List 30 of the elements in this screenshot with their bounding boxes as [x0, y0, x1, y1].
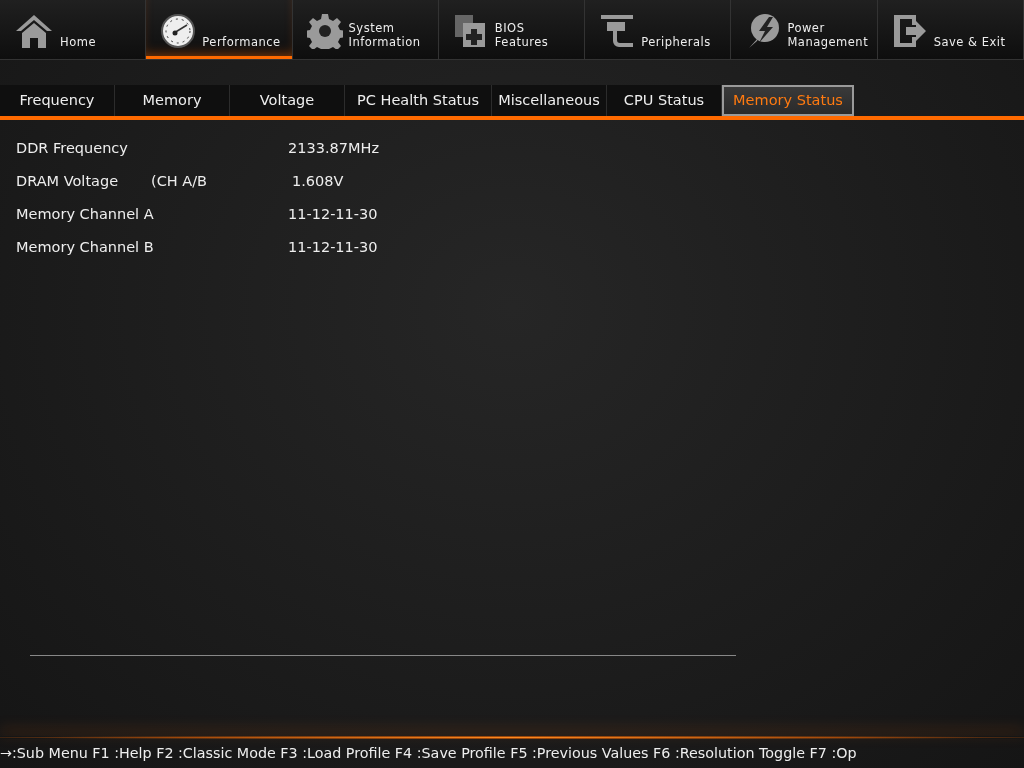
setting-label: DRAM Voltage — [16, 171, 120, 191]
sub-tab[interactable]: Frequency — [0, 85, 115, 116]
setting-value: 1.608V — [291, 171, 344, 191]
gauge-icon — [161, 14, 196, 48]
setting-value: 11-12-11-30 — [288, 237, 378, 257]
sub-tab[interactable]: Memory Status — [722, 85, 854, 116]
key-help-text: →:Sub Menu F1 :Help F2 :Classic Mode F3 :Load Profile F4 :Save Profile F5 :Previous Values F6 :Resolution Toggle F7 :Op — [0, 743, 857, 763]
sub-tab[interactable]: PC Health Status — [345, 85, 492, 116]
menu-tab[interactable]: Save & Exit — [877, 0, 1024, 60]
channel-note: (CH A/B — [151, 171, 209, 191]
menu-tab[interactable]: Performance — [146, 0, 293, 60]
setting-value: 11-12-11-30 — [288, 204, 378, 224]
sub-tab[interactable]: Miscellaneous — [492, 85, 607, 116]
home-icon — [16, 15, 52, 48]
chip-icon — [454, 15, 485, 47]
sub-tab[interactable]: Memory — [115, 85, 230, 116]
setting-value: 2133.87MHz — [288, 138, 379, 158]
exit-icon — [893, 15, 926, 47]
gear-icon — [306, 14, 343, 49]
plug-icon — [601, 15, 634, 47]
menu-tab[interactable]: System Information — [292, 0, 439, 60]
setting-label: DDR Frequency — [16, 138, 129, 158]
sub-tab[interactable]: Voltage — [230, 85, 345, 116]
menu-tab[interactable]: Peripherals — [585, 0, 732, 60]
lightning-icon — [749, 14, 780, 48]
menu-tab[interactable]: Power Management — [731, 0, 878, 60]
setting-label: Memory Channel B — [16, 237, 151, 257]
menu-tab[interactable]: BIOS Features — [438, 0, 586, 60]
sub-tab[interactable]: CPU Status — [607, 85, 722, 116]
menu-tab[interactable]: Home — [0, 0, 147, 60]
